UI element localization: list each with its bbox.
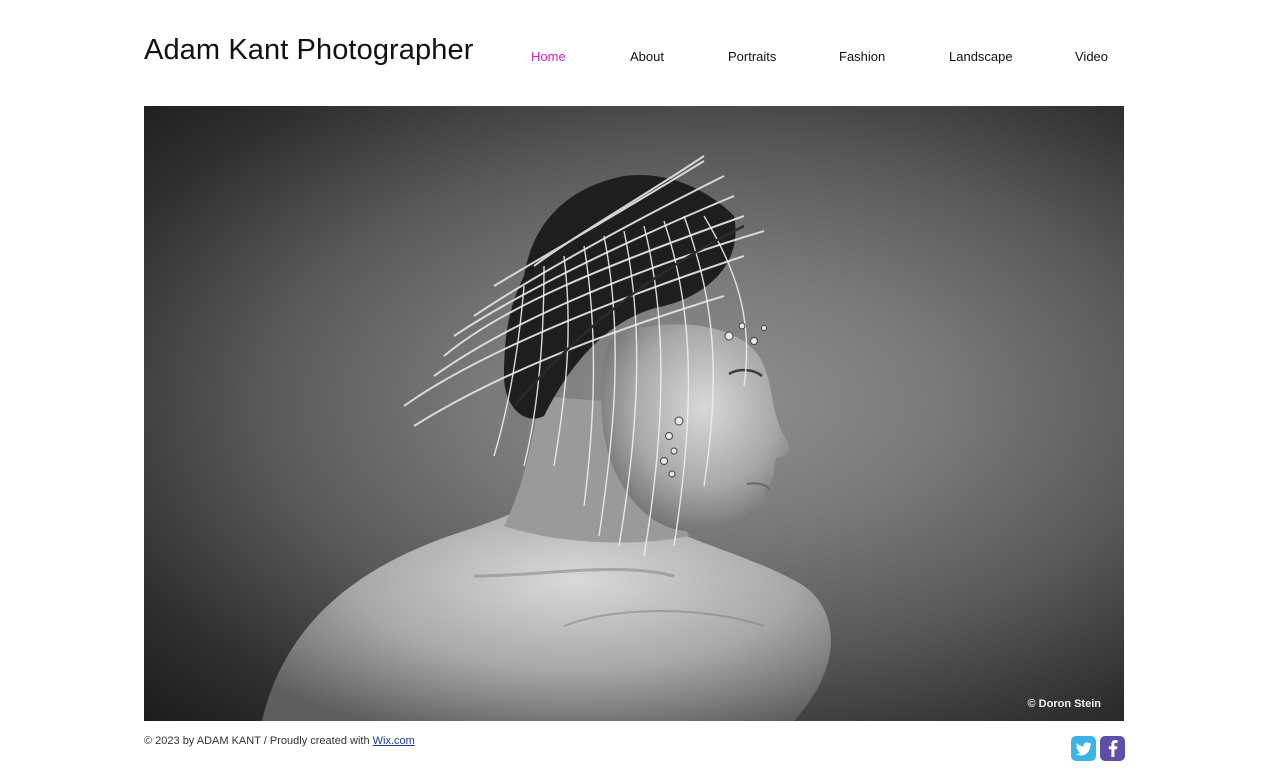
social-bar [1071, 736, 1125, 761]
nav-item-landscape[interactable]: Landscape [949, 46, 1013, 68]
hero-portrait-illustration [262, 155, 831, 721]
footer-copyright: © 2023 by ADAM KANT / Proudly created wi… [144, 735, 415, 747]
wix-link[interactable]: Wix.com [373, 735, 415, 747]
main-nav: Home About Portraits Fashion Landscape V… [506, 46, 1126, 68]
twitter-bird-icon [1075, 741, 1092, 755]
nav-item-about[interactable]: About [630, 46, 664, 68]
copyright-text: © 2023 by ADAM KANT / Proudly created wi… [144, 735, 373, 747]
page: Adam Kant Photographer Home About Portra… [0, 0, 1267, 780]
photo-credit: © Doron Stein [1027, 698, 1102, 710]
twitter-icon[interactable] [1071, 736, 1096, 761]
nav-item-video[interactable]: Video [1075, 46, 1108, 68]
nav-item-home[interactable]: Home [531, 46, 566, 68]
nav-item-fashion[interactable]: Fashion [839, 46, 885, 68]
site-title[interactable]: Adam Kant Photographer [144, 34, 473, 67]
facebook-icon[interactable] [1100, 736, 1125, 761]
nav-item-portraits[interactable]: Portraits [728, 46, 776, 68]
hero-image[interactable]: © Doron Stein [144, 106, 1124, 721]
facebook-f-icon [1108, 740, 1118, 757]
